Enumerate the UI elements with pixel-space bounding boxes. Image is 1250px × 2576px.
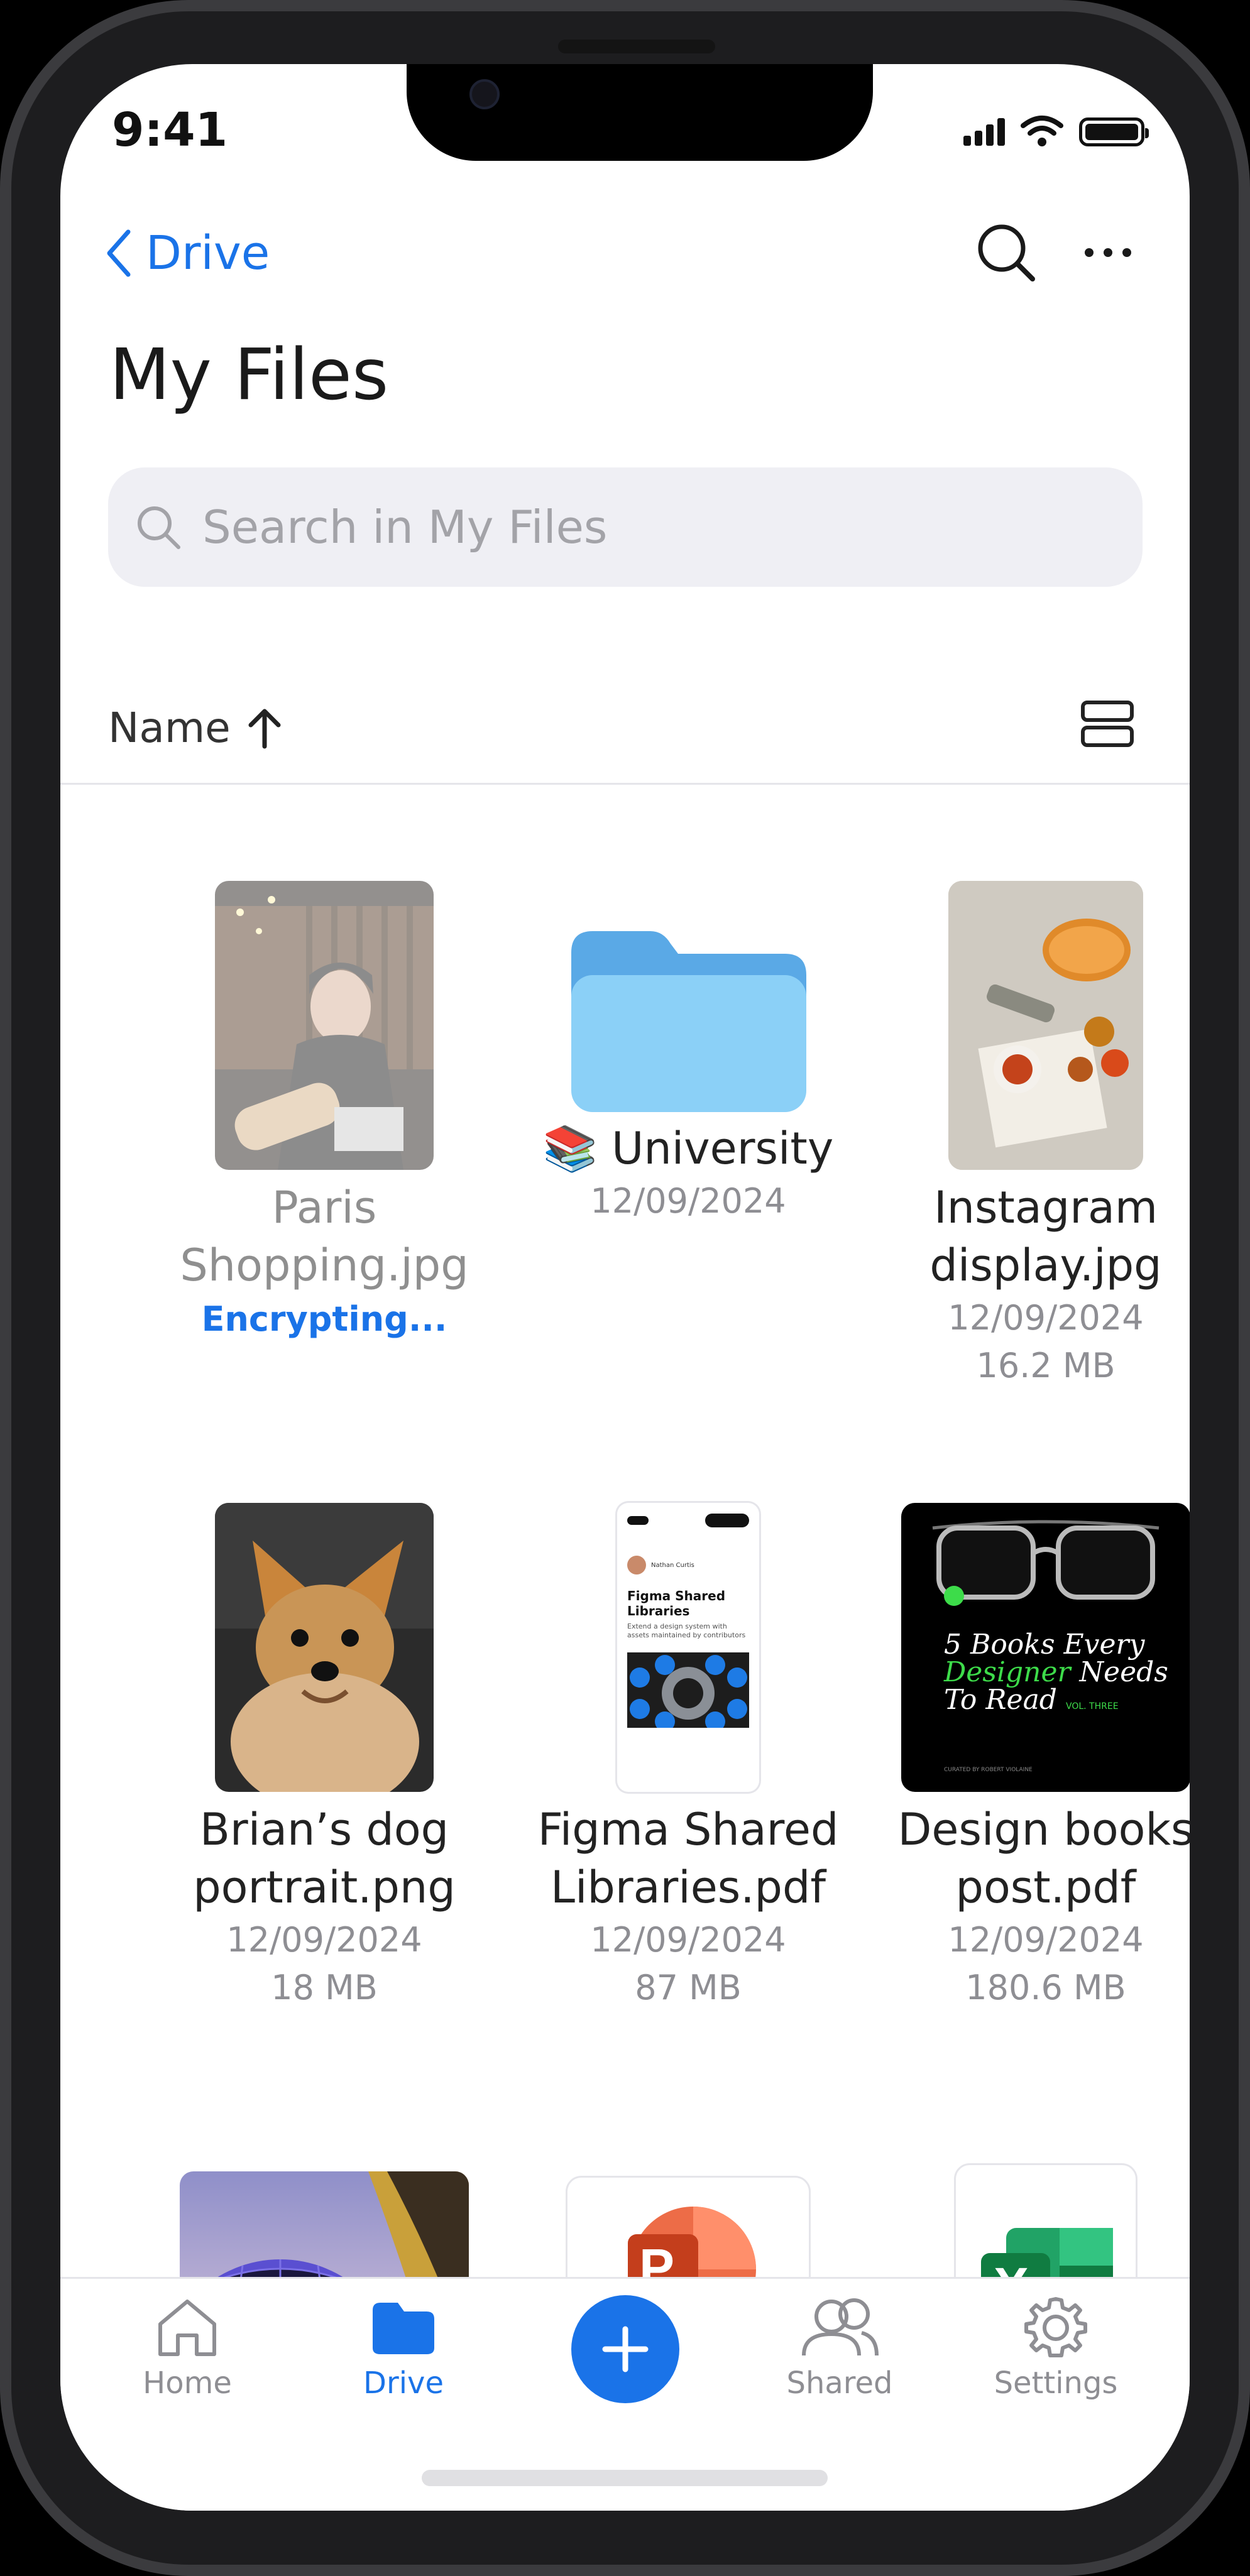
tab-label: Drive	[363, 2366, 444, 2401]
divider	[60, 783, 1190, 785]
wifi-icon	[1020, 114, 1064, 150]
front-camera	[469, 79, 500, 109]
file-thumbnail	[215, 1503, 434, 1792]
search-input[interactable]	[201, 500, 1115, 554]
file-name: Figma Shared Libraries.pdf	[537, 1804, 839, 1913]
file-date: 12/09/2024	[948, 1920, 1144, 1960]
book-vol: VOL. THREE	[1065, 1701, 1119, 1711]
file-thumbnail	[215, 881, 434, 1170]
file-name: Instagram display.jpg	[929, 1182, 1162, 1291]
notch	[407, 64, 873, 161]
chevron-left-icon	[107, 229, 131, 277]
file-name: Paris Shopping.jpg	[180, 1182, 469, 1291]
nav-actions	[975, 221, 1133, 287]
tab-label: Home	[143, 2366, 232, 2401]
search-icon-button[interactable]	[975, 221, 1038, 287]
more-icon	[1085, 248, 1131, 257]
file-date: 12/09/2024	[590, 1181, 786, 1221]
pdf-subtitle: Extend a design system with assets maint…	[627, 1622, 746, 1639]
tab-shared[interactable]: Shared	[764, 2295, 915, 2401]
file-size: 87 MB	[635, 1968, 742, 2007]
book-cover-thumbnail: 5 Books Every Designer Needs To Read VOL…	[901, 1503, 1190, 1792]
back-label: Drive	[146, 226, 270, 280]
battery-icon	[1079, 117, 1149, 146]
tab-drive[interactable]: Drive	[328, 2295, 479, 2401]
file-item-dog[interactable]: Brian’s dog portrait.png 12/09/2024 18 M…	[148, 1503, 500, 2012]
file-date: 12/09/2024	[226, 1920, 422, 1960]
tab-label: Shared	[786, 2366, 893, 2401]
add-button[interactable]	[571, 2295, 679, 2403]
gear-icon	[1024, 2297, 1087, 2357]
pdf-title: Figma Shared Libraries	[627, 1588, 726, 1618]
tab-bar: Home Drive Shared Settings	[60, 2277, 1190, 2511]
book-line-1: 5 Books Every	[944, 1629, 1145, 1661]
layout-toggle-icon[interactable]	[1080, 700, 1134, 748]
search-bar[interactable]	[108, 467, 1143, 587]
sort-control[interactable]: Name	[108, 704, 282, 752]
sort-label: Name	[108, 704, 231, 752]
home-icon	[158, 2300, 216, 2356]
file-item-design-books[interactable]: 5 Books Every Designer Needs To Read VOL…	[870, 1503, 1190, 2012]
file-name: Brian’s dog portrait.png	[193, 1804, 456, 1913]
file-size: 16.2 MB	[976, 1346, 1116, 1385]
file-size: 180.6 MB	[965, 1968, 1126, 2007]
file-item-university[interactable]: 📚 University 12/09/2024	[512, 881, 864, 1225]
file-item-instagram[interactable]: Instagram display.jpg 12/09/2024 16.2 MB	[870, 881, 1190, 1390]
book-line-3: To Read	[944, 1684, 1057, 1716]
status-time: 9:41	[112, 103, 228, 157]
file-size: 18 MB	[271, 1968, 378, 2007]
back-button[interactable]: Drive	[104, 226, 270, 280]
file-date: 12/09/2024	[590, 1920, 786, 1960]
plus-icon	[602, 2326, 649, 2372]
file-date: 12/09/2024	[948, 1298, 1144, 1338]
pdf-author: Nathan Curtis	[651, 1561, 694, 1569]
home-indicator	[422, 2470, 828, 2486]
status-icons	[960, 114, 1149, 150]
encrypting-status: Encrypting...	[201, 1299, 447, 1339]
tab-label: Settings	[994, 2366, 1118, 2401]
file-thumbnail	[948, 881, 1143, 1170]
tab-settings[interactable]: Settings	[980, 2295, 1131, 2401]
tab-home[interactable]: Home	[112, 2295, 263, 2401]
book-credit: CURATED BY ROBERT VIOLAINE	[944, 1767, 1033, 1773]
search-icon	[978, 224, 1035, 281]
folder-icon	[373, 2303, 434, 2354]
pdf-thumbnail: Nathan Curtis Figma Shared Libraries Ext…	[617, 1503, 759, 1792]
more-button[interactable]	[1083, 246, 1133, 261]
people-icon	[802, 2298, 879, 2356]
arrow-up-icon	[248, 709, 281, 748]
speaker-grille	[558, 40, 715, 53]
glasses-illustration	[932, 1520, 1160, 1606]
file-name: Design books post.pdf	[897, 1804, 1190, 1913]
page-title: My Files	[109, 334, 389, 416]
screen: 9:41 Drive My Files Search in My Files N…	[60, 64, 1190, 2511]
book-line-2-rest: Needs	[1070, 1656, 1168, 1688]
file-item-figma-pdf[interactable]: Nathan Curtis Figma Shared Libraries Ext…	[512, 1503, 864, 2012]
folder-icon	[571, 931, 806, 1112]
file-item-paris[interactable]: Paris Shopping.jpg Encrypting...	[148, 881, 500, 1345]
signal-icon	[960, 118, 1005, 146]
search-field-icon	[138, 506, 180, 549]
folder-thumbnail	[562, 881, 814, 1170]
